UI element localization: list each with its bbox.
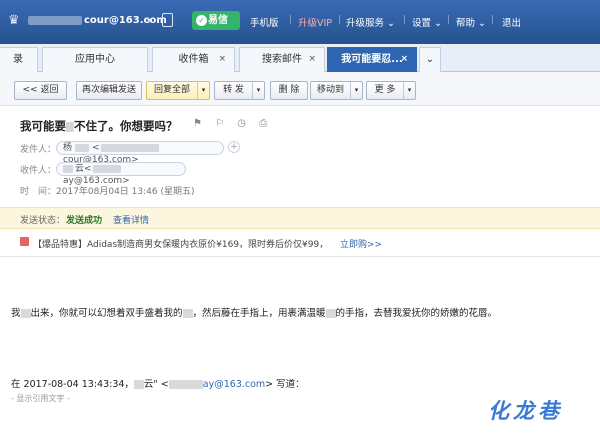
separator: | <box>338 15 342 25</box>
watermark-logo: 化龙巷 <box>488 398 563 423</box>
time-label: 时 间： <box>20 187 57 197</box>
help-link[interactable]: 帮助 ⌄ <box>456 15 486 29</box>
add-contact-icon[interactable]: + <box>228 141 240 153</box>
tab-partial[interactable]: 录 <box>0 47 38 72</box>
redacted-text <box>168 380 203 389</box>
promo-bar: 【爆品特惠】Adidas制造商男女保暖内衣原价¥169，限时券后价仅¥99， 立… <box>0 233 600 253</box>
chevron-down-icon: ⌄ <box>425 54 435 65</box>
view-details-link[interactable]: 查看详情 <box>113 213 149 226</box>
to-contact[interactable]: 云<ay@163.com> <box>56 162 186 186</box>
upgrade-vip-link[interactable]: 升级VIP <box>298 15 332 29</box>
reply-all-button[interactable]: 回复全部 ▾ <box>146 81 210 100</box>
more-button[interactable]: 更 多 ▾ <box>366 81 416 100</box>
upgrade-service-link[interactable]: 升级服务 ⌄ <box>346 15 395 29</box>
tab-more-button[interactable]: ⌄ <box>419 47 441 72</box>
to-label: 收件人： <box>20 166 57 176</box>
show-quote-link[interactable]: - 显示引用文字 - <box>11 393 70 404</box>
chevron-down-icon[interactable]: ▾ <box>403 82 415 99</box>
chevron-down-icon[interactable]: ▾ <box>147 16 151 25</box>
quote-header: 在 2017-08-04 13:43:34， 云" < ay@163.com> 写道… <box>11 379 305 390</box>
move-to-button[interactable]: 移动到 ▾ <box>310 81 363 100</box>
chevron-down-icon[interactable]: ▾ <box>350 82 362 99</box>
separator: | <box>447 15 451 25</box>
flag-icon[interactable]: ⚑ ⚐ ◷ ⎙ <box>193 118 272 129</box>
phone-icon[interactable] <box>162 13 173 27</box>
crown-icon: ♛ <box>8 13 20 28</box>
top-bar: ♛ cour@163.com ▾ ✓ 易信 手机版 | 升级VIP | 升级服务 … <box>0 0 600 44</box>
from-label: 发件人： <box>20 145 57 155</box>
yixin-button[interactable]: ✓ 易信 <box>192 11 240 30</box>
close-icon[interactable]: × <box>400 48 408 71</box>
redacted-text <box>325 309 336 318</box>
send-status-bar: 发送状态： 发送成功 查看详情 <box>0 207 600 229</box>
mail-toolbar: << 返回 再次编辑发送 回复全部 ▾ 转 发 ▾ 删 除 移动到 ▾ 更 多 ▾ <box>0 72 600 106</box>
chevron-down-icon[interactable]: ▾ <box>197 82 209 99</box>
mail-subject: 我可能要 不住了。你想要吗？ <box>20 119 178 133</box>
settings-link[interactable]: 设置 ⌄ <box>412 15 442 29</box>
redacted-text <box>182 309 193 318</box>
reedit-send-button[interactable]: 再次编辑发送 <box>76 81 142 100</box>
redacted-text <box>92 164 121 173</box>
back-button[interactable]: << 返回 <box>14 81 67 100</box>
tab-current-mail[interactable]: 我可能要忍... × <box>327 47 417 72</box>
quote-email-link[interactable]: ay@163.com <box>203 379 265 390</box>
mail-body: 我出来，你就可以幻想着双手盛着我的 ，然后藤在手指上，用裹满温暖 的手指，去替我爱抚… <box>11 308 498 319</box>
redacted-text <box>100 143 159 152</box>
status-badge: 发送成功 <box>66 216 103 226</box>
separator: | <box>289 15 293 25</box>
tab-app-center[interactable]: 应用中心 <box>42 47 148 72</box>
forward-button[interactable]: 转 发 ▾ <box>214 81 265 100</box>
redacted-text <box>28 15 82 25</box>
yixin-icon: ✓ <box>196 15 207 26</box>
mobile-link[interactable]: 手机版 <box>250 15 279 29</box>
tab-search-mail[interactable]: 搜索邮件 × <box>239 47 325 72</box>
separator: | <box>491 15 495 25</box>
close-icon[interactable]: × <box>218 48 226 71</box>
logout-link[interactable]: 退出 <box>502 15 521 29</box>
redacted-text <box>63 164 73 173</box>
from-contact[interactable]: 杨 <cour@163.com> <box>56 141 224 165</box>
status-label: 发送状态： <box>20 216 66 226</box>
account-email[interactable]: cour@163.com <box>28 15 167 26</box>
gift-icon <box>20 237 29 246</box>
redacted-text <box>133 380 144 389</box>
close-icon[interactable]: × <box>308 48 316 71</box>
redacted-text <box>75 143 90 152</box>
chevron-down-icon[interactable]: ▾ <box>252 82 264 99</box>
buy-now-link[interactable]: 立即购>> <box>340 237 382 250</box>
tab-bar: 录 应用中心 收件箱 × 搜索邮件 × 我可能要忍... × ⌄ <box>0 44 600 72</box>
promo-text[interactable]: 【爆品特惠】Adidas制造商男女保暖内衣原价¥169，限时券后价仅¥99， <box>33 237 328 250</box>
delete-button[interactable]: 删 除 <box>270 81 308 100</box>
divider <box>0 256 600 257</box>
redacted-text <box>66 121 74 132</box>
tab-inbox[interactable]: 收件箱 × <box>152 47 235 72</box>
redacted-text <box>20 309 31 318</box>
separator: | <box>403 15 407 25</box>
sent-time: 2017年08月04日 13:46 (星期五) <box>56 187 195 197</box>
